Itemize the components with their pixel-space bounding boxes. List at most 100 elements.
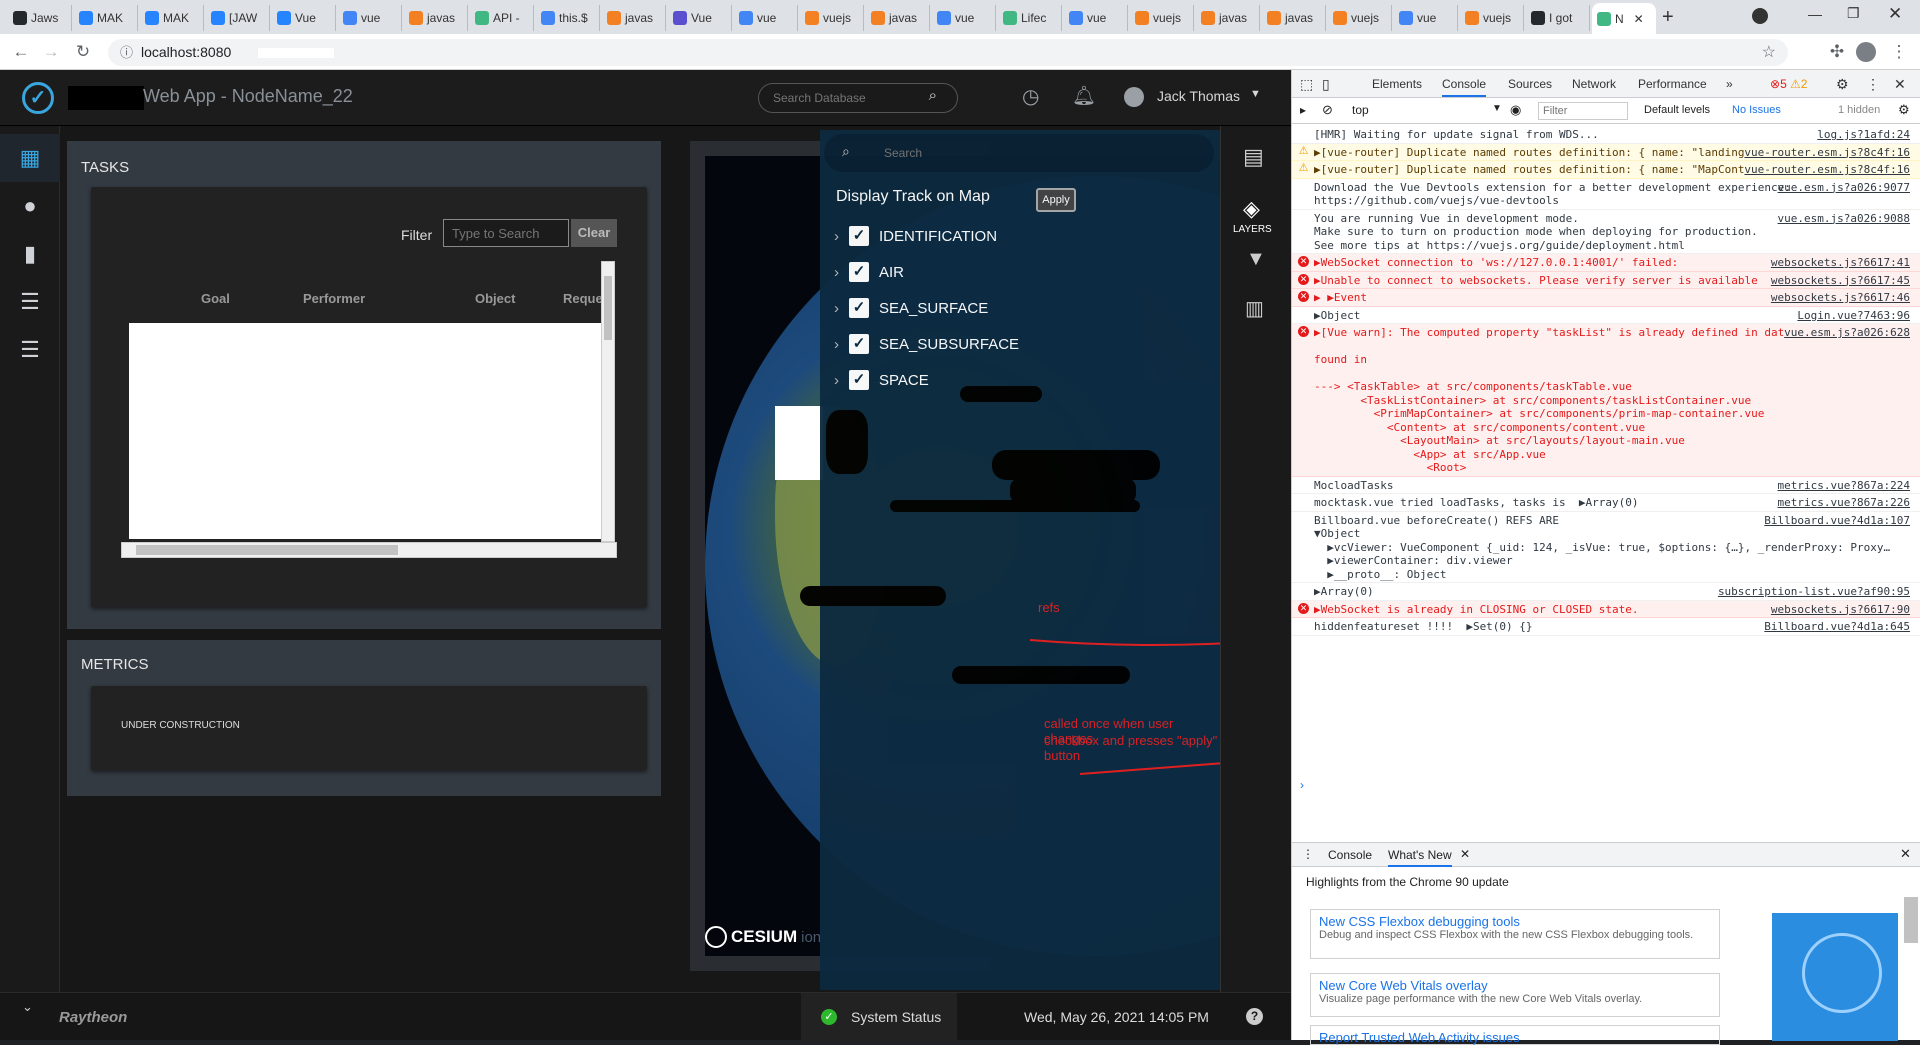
url-field[interactable]: ⓘ localhost:8080 ☆: [108, 39, 1788, 66]
layer-checkbox[interactable]: ✓: [849, 226, 869, 246]
minimize-icon[interactable]: —: [1808, 6, 1822, 22]
tab-network[interactable]: Network: [1572, 70, 1616, 98]
browser-tab[interactable]: javas: [1262, 5, 1326, 31]
console-source-link[interactable]: vue.esm.js?a026:628: [1784, 326, 1910, 340]
browser-tab[interactable]: vuejs: [800, 5, 864, 31]
card-title[interactable]: New Core Web Vitals overlay: [1319, 978, 1711, 993]
drawer-scrollbar[interactable]: [1904, 897, 1918, 943]
close-window-icon[interactable]: ✕: [1888, 4, 1902, 24]
map-search[interactable]: ⌕: [824, 134, 1214, 172]
error-count-badge[interactable]: ⊗5: [1770, 70, 1787, 98]
console-message[interactable]: ✕ ▶[Vue warn]: The computed property "tas…: [1292, 324, 1920, 477]
filter-input[interactable]: [443, 219, 569, 247]
browser-tab[interactable]: Vue: [668, 5, 732, 31]
browser-tab[interactable]: vue: [1394, 5, 1458, 31]
notifications-bell-icon[interactable]: 🔔︎: [1072, 84, 1096, 108]
tab-search-icon[interactable]: [1752, 8, 1768, 24]
col-performer[interactable]: Performer: [303, 291, 365, 306]
console-message[interactable]: ✕ ▶WebSocket is already in CLOSING or CLO…: [1292, 600, 1920, 618]
sidebar-toggle-icon[interactable]: ▸: [1300, 103, 1306, 117]
browser-tab[interactable]: Vue: [272, 5, 336, 31]
browser-tab[interactable]: javas: [1196, 5, 1260, 31]
console-message[interactable]: ▶Object Login.vue?7463:96: [1292, 307, 1920, 324]
history-icon[interactable]: ◷: [1022, 84, 1039, 109]
browser-tab[interactable]: javas: [866, 5, 930, 31]
col-goal[interactable]: Goal: [201, 291, 230, 306]
settings-gear-icon[interactable]: ⚙: [1836, 70, 1849, 98]
layer-row-space[interactable]: › ✓ SPACE: [834, 366, 929, 394]
browser-tab[interactable]: Jaws: [8, 5, 72, 31]
console-message[interactable]: You are running Vue in development mode.…: [1292, 210, 1920, 254]
devtools-menu-icon[interactable]: ⋮: [1866, 70, 1880, 98]
drawer-menu-icon[interactable]: ⋮: [1302, 847, 1314, 861]
device-toolbar-icon[interactable]: ▯: [1322, 70, 1330, 98]
tab-console[interactable]: Console: [1442, 70, 1487, 97]
browser-tab[interactable]: javas: [602, 5, 666, 31]
col-request[interactable]: Reque: [563, 291, 603, 306]
console-source-link[interactable]: metrics.vue?867a:224: [1778, 479, 1910, 493]
layer-row-sea-subsurface[interactable]: › ✓ SEA_SUBSURFACE: [834, 330, 1019, 358]
console-message[interactable]: [HMR] Waiting for update signal from WDS…: [1292, 126, 1920, 144]
new-tab-button[interactable]: +: [1662, 6, 1674, 29]
console-source-link[interactable]: vue.esm.js?a026:9088: [1778, 212, 1910, 226]
news-icon[interactable]: ▤: [1243, 144, 1264, 170]
vertical-scrollbar[interactable]: [601, 261, 615, 542]
more-tabs-icon[interactable]: »: [1726, 70, 1733, 98]
tab-sources[interactable]: Sources: [1508, 70, 1552, 98]
filter-funnel-icon[interactable]: ▼: [1246, 248, 1266, 271]
browser-tab[interactable]: vue: [1064, 5, 1128, 31]
user-dropdown-icon[interactable]: ▼: [1250, 88, 1261, 100]
map-icon[interactable]: ▥: [1245, 296, 1264, 321]
warning-count-badge[interactable]: ⚠2: [1790, 70, 1807, 98]
browser-tab[interactable]: [JAW: [206, 5, 270, 31]
layer-checkbox[interactable]: ✓: [849, 334, 869, 354]
eye-icon[interactable]: ◉: [1510, 102, 1521, 118]
console-source-link[interactable]: Login.vue?7463:96: [1797, 309, 1910, 323]
system-status[interactable]: ✓ System Status: [801, 993, 957, 1041]
cesium-logo[interactable]: CESIUM ion: [705, 926, 821, 948]
console-prompt-icon[interactable]: ›: [1300, 778, 1304, 792]
globe-icon[interactable]: ●: [0, 182, 60, 230]
card-title[interactable]: Report Trusted Web Activity issues: [1319, 1030, 1711, 1045]
browser-tab[interactable]: vuejs: [1328, 5, 1392, 31]
console-source-link[interactable]: vue-router.esm.js?8c4f:16: [1744, 145, 1910, 159]
close-tab-icon[interactable]: ✕: [1460, 847, 1470, 861]
browser-tab[interactable]: vue: [338, 5, 402, 31]
console-message[interactable]: ✕ ▶Unable to connect to websockets. Pleas…: [1292, 271, 1920, 289]
browser-tab[interactable]: vue: [734, 5, 798, 31]
card-title[interactable]: New CSS Flexbox debugging tools: [1319, 914, 1711, 929]
console-source-link[interactable]: Billboard.vue?4d1a:107: [1764, 514, 1910, 528]
apply-button[interactable]: Apply: [1036, 188, 1076, 212]
console-source-link[interactable]: websockets.js?6617:46: [1770, 291, 1910, 305]
back-icon[interactable]: ←: [10, 41, 32, 63]
console-source-link[interactable]: log.js?1afd:24: [1817, 128, 1910, 142]
browser-tab[interactable]: this.$: [536, 5, 600, 31]
console-message[interactable]: hiddenfeatureset !!!! ▶Set(0) {} Billboar…: [1292, 618, 1920, 636]
context-selector[interactable]: top: [1352, 103, 1369, 117]
drawer-tab-whats-new[interactable]: What's New: [1388, 848, 1452, 867]
browser-tab[interactable]: vuejs: [1130, 5, 1194, 31]
close-devtools-icon[interactable]: ✕: [1894, 70, 1906, 98]
browser-tab[interactable]: I got: [1526, 5, 1590, 31]
expand-chevron-icon[interactable]: ›: [834, 336, 839, 353]
console-settings-icon[interactable]: ⚙: [1898, 102, 1910, 118]
list-icon[interactable]: ☰: [0, 278, 60, 326]
close-drawer-icon[interactable]: ✕: [1900, 846, 1911, 862]
console-message[interactable]: ▶Array(0) subscription-list.vue?af90:95: [1292, 583, 1920, 601]
bar-chart-icon[interactable]: ▮: [0, 230, 60, 278]
expand-chevron-icon[interactable]: ›: [834, 300, 839, 317]
layer-row-air[interactable]: › ✓ AIR: [834, 258, 904, 286]
console-message[interactable]: MocloadTasks metrics.vue?867a:224: [1292, 477, 1920, 494]
console-message[interactable]: ✕ ▶ ▶Event websockets.js?6617:46: [1292, 289, 1920, 307]
clear-console-icon[interactable]: ⊘: [1322, 102, 1333, 118]
extensions-icon[interactable]: ✣: [1826, 41, 1848, 63]
database-search[interactable]: ⌕: [758, 83, 958, 113]
collapse-chevron-icon[interactable]: ⌄: [22, 999, 33, 1015]
console-message[interactable]: mocktask.vue tried loadTasks, tasks is ▶…: [1292, 494, 1920, 512]
console-source-link[interactable]: vue.esm.js?a026:9077: [1778, 181, 1910, 195]
help-icon[interactable]: ?: [1246, 1008, 1263, 1025]
vertical-scroll-thumb[interactable]: [604, 276, 612, 340]
layer-checkbox[interactable]: ✓: [849, 298, 869, 318]
horizontal-scrollbar[interactable]: [121, 542, 617, 558]
profile-avatar-icon[interactable]: [1856, 42, 1876, 62]
